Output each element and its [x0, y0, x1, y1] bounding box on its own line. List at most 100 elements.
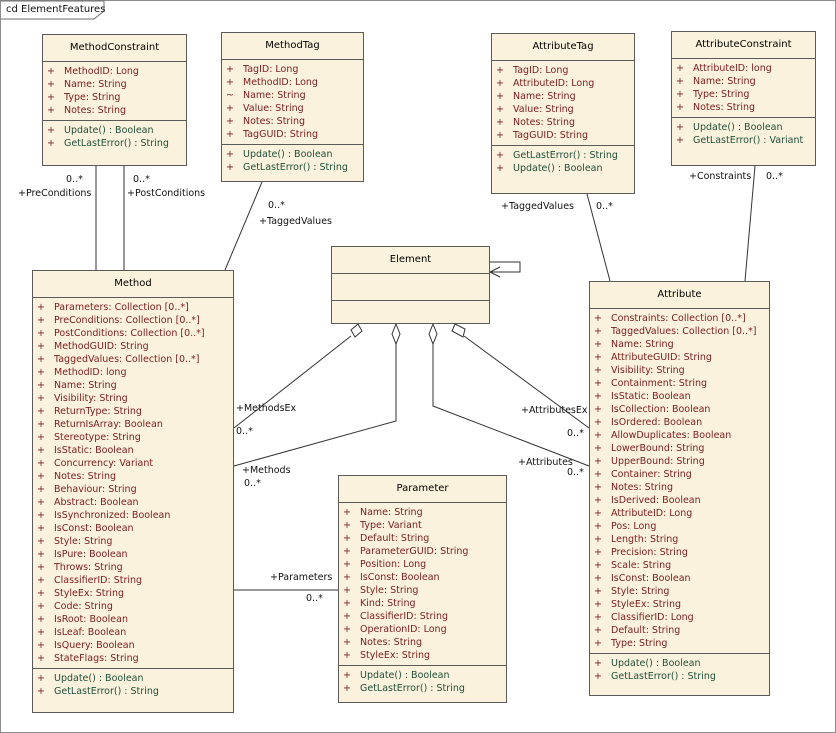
class-operation-row[interactable]: + GetLastError() : String	[33, 685, 233, 698]
class-attribute-row[interactable]: + Precision: String	[590, 546, 769, 559]
class-attribute-row[interactable]: + PreConditions: Collection [0..*]	[33, 314, 233, 327]
class-attribute-row[interactable]: ~ Name: String	[222, 89, 363, 102]
class-attribute-row[interactable]: + ReturnType: String	[33, 405, 233, 418]
class-attribute-row[interactable]: + AttributeID: long	[672, 62, 815, 75]
class-attribute-row[interactable]: + Length: String	[590, 533, 769, 546]
class-attribute-row[interactable]: + Type: String	[672, 88, 815, 101]
class-operation-row[interactable]: + GetLastError() : Variant	[672, 134, 815, 147]
class-operation-row[interactable]: + GetLastError() : String	[590, 670, 769, 683]
class-attribute-row[interactable]: + OperationID: Long	[339, 623, 506, 636]
class-attribute-row[interactable]: + StyleEx: String	[590, 598, 769, 611]
class-attribute-row[interactable]: + Visibility: String	[33, 392, 233, 405]
class-attribute-row[interactable]: + AttributeID: Long	[492, 77, 634, 90]
class-attribute-row[interactable]: + MethodGUID: String	[33, 340, 233, 353]
class-attribute-tag[interactable]: AttributeTag + TagID: Long + AttributeID: Lo…	[491, 33, 635, 194]
class-operation-row[interactable]: + Update() : Boolean	[590, 657, 769, 670]
class-attribute-row[interactable]: + ClassifierID: Long	[590, 611, 769, 624]
class-attribute-row[interactable]: + IsLeaf: Boolean	[33, 626, 233, 639]
class-attribute-row[interactable]: + StyleEx: String	[339, 649, 506, 662]
class-attribute-row[interactable]: + Notes: String	[672, 101, 815, 114]
class-attribute-row[interactable]: + MethodID: Long	[222, 76, 363, 89]
class-attribute-row[interactable]: + AttributeGUID: String	[590, 351, 769, 364]
class-attribute-row[interactable]: + Type: String	[43, 91, 186, 104]
class-attribute-row[interactable]: + Value: String	[222, 102, 363, 115]
class-attribute-row[interactable]: + TagGUID: String	[222, 128, 363, 141]
class-operation-row[interactable]: + GetLastError() : String	[492, 149, 634, 162]
class-attribute-row[interactable]: + ReturnIsArray: Boolean	[33, 418, 233, 431]
class-attribute-row[interactable]: + Notes: String	[222, 115, 363, 128]
class-attribute-row[interactable]: + IsDerived: Boolean	[590, 494, 769, 507]
class-attribute-row[interactable]: + ClassifierID: String	[339, 610, 506, 623]
class-attribute-row[interactable]: + MethodID: Long	[43, 65, 186, 78]
class-attribute-row[interactable]: + AllowDuplicates: Boolean	[590, 429, 769, 442]
class-attribute-row[interactable]: + Visibility: String	[590, 364, 769, 377]
class-attribute-row[interactable]: + LowerBound: String	[590, 442, 769, 455]
class-element[interactable]: Element	[331, 246, 490, 324]
class-attribute-row[interactable]: + Notes: String	[492, 116, 634, 129]
class-attribute-row[interactable]: + Value: String	[492, 103, 634, 116]
class-attribute-row[interactable]: + Container: String	[590, 468, 769, 481]
class-attribute-row[interactable]: + IsConst: Boolean	[33, 522, 233, 535]
class-operation-row[interactable]: + Update() : Boolean	[339, 669, 506, 682]
class-attribute-row[interactable]: + TagID: Long	[492, 64, 634, 77]
class-attribute-row[interactable]: + Kind: String	[339, 597, 506, 610]
class-attribute-row[interactable]: + TagGUID: String	[492, 129, 634, 142]
class-operation-row[interactable]: + Update() : Boolean	[492, 162, 634, 175]
class-method-constraint[interactable]: MethodConstraint + MethodID: Long + Name: St…	[42, 34, 187, 166]
class-attribute-row[interactable]: + Name: String	[590, 338, 769, 351]
class-attribute-row[interactable]: + IsSynchronized: Boolean	[33, 509, 233, 522]
class-attribute-row[interactable]: + Style: String	[590, 585, 769, 598]
class-attribute-row[interactable]: + Containment: String	[590, 377, 769, 390]
class-operation-row[interactable]: + Update() : Boolean	[33, 672, 233, 685]
class-attribute-row[interactable]: + TaggedValues: Collection [0..*]	[590, 325, 769, 338]
class-attribute-row[interactable]: + MethodID: long	[33, 366, 233, 379]
class-attribute-row[interactable]: + Stereotype: String	[33, 431, 233, 444]
class-attribute-row[interactable]: + Type: String	[590, 637, 769, 650]
class-operation-row[interactable]: + GetLastError() : String	[43, 137, 186, 150]
class-attribute-row[interactable]: + Name: String	[33, 379, 233, 392]
class-operation-row[interactable]: + GetLastError() : String	[339, 682, 506, 695]
class-attribute-row[interactable]: + Default: String	[590, 624, 769, 637]
class-attribute-row[interactable]: + IsQuery: Boolean	[33, 639, 233, 652]
class-attribute[interactable]: Attribute + Constraints: Collection [0..*]…	[589, 281, 770, 696]
class-attribute-row[interactable]: + ParameterGUID: String	[339, 545, 506, 558]
class-attribute-row[interactable]: + Concurrency: Variant	[33, 457, 233, 470]
class-attribute-constraint[interactable]: AttributeConstraint + AttributeID: long + Na…	[671, 31, 816, 166]
class-parameter[interactable]: Parameter + Name: String + Type: Variant + Def…	[338, 475, 507, 703]
class-attribute-row[interactable]: + StyleEx: String	[33, 587, 233, 600]
class-attribute-row[interactable]: + Throws: String	[33, 561, 233, 574]
class-attribute-row[interactable]: + Style: String	[339, 584, 506, 597]
class-attribute-row[interactable]: + Style: String	[33, 535, 233, 548]
class-operation-row[interactable]: + Update() : Boolean	[43, 124, 186, 137]
class-attribute-row[interactable]: + Name: String	[43, 78, 186, 91]
class-attribute-row[interactable]: + Pos: Long	[590, 520, 769, 533]
class-attribute-row[interactable]: + ClassifierID: String	[33, 574, 233, 587]
class-attribute-row[interactable]: + Code: String	[33, 600, 233, 613]
class-attribute-row[interactable]: + UpperBound: String	[590, 455, 769, 468]
class-attribute-row[interactable]: + IsOrdered: Boolean	[590, 416, 769, 429]
class-attribute-row[interactable]: + Name: String	[339, 506, 506, 519]
class-method-tag[interactable]: MethodTag + TagID: Long + MethodID: Long ~ Nam…	[221, 32, 364, 182]
class-operation-row[interactable]: + Update() : Boolean	[672, 121, 815, 134]
class-attribute-row[interactable]: + Notes: String	[33, 470, 233, 483]
class-attribute-row[interactable]: + IsConst: Boolean	[590, 572, 769, 585]
class-attribute-row[interactable]: + IsPure: Boolean	[33, 548, 233, 561]
class-attribute-row[interactable]: + Type: Variant	[339, 519, 506, 532]
class-attribute-row[interactable]: + Notes: String	[590, 481, 769, 494]
class-attribute-row[interactable]: + IsConst: Boolean	[339, 571, 506, 584]
class-attribute-row[interactable]: + Name: String	[672, 75, 815, 88]
class-attribute-row[interactable]: + TagID: Long	[222, 63, 363, 76]
class-attribute-row[interactable]: + Scale: String	[590, 559, 769, 572]
class-method[interactable]: Method + Parameters: Collection [0..*] + Pre…	[32, 270, 234, 713]
class-attribute-row[interactable]: + IsCollection: Boolean	[590, 403, 769, 416]
class-attribute-row[interactable]: + Abstract: Boolean	[33, 496, 233, 509]
class-attribute-row[interactable]: + Parameters: Collection [0..*]	[33, 301, 233, 314]
class-attribute-row[interactable]: + IsStatic: Boolean	[33, 444, 233, 457]
class-operation-row[interactable]: + GetLastError() : String	[222, 161, 363, 174]
class-operation-row[interactable]: + Update() : Boolean	[222, 148, 363, 161]
class-attribute-row[interactable]: + IsStatic: Boolean	[590, 390, 769, 403]
class-attribute-row[interactable]: + Constraints: Collection [0..*]	[590, 312, 769, 325]
class-attribute-row[interactable]: + Notes: String	[43, 104, 186, 117]
class-attribute-row[interactable]: + Notes: String	[339, 636, 506, 649]
class-attribute-row[interactable]: + Position: Long	[339, 558, 506, 571]
